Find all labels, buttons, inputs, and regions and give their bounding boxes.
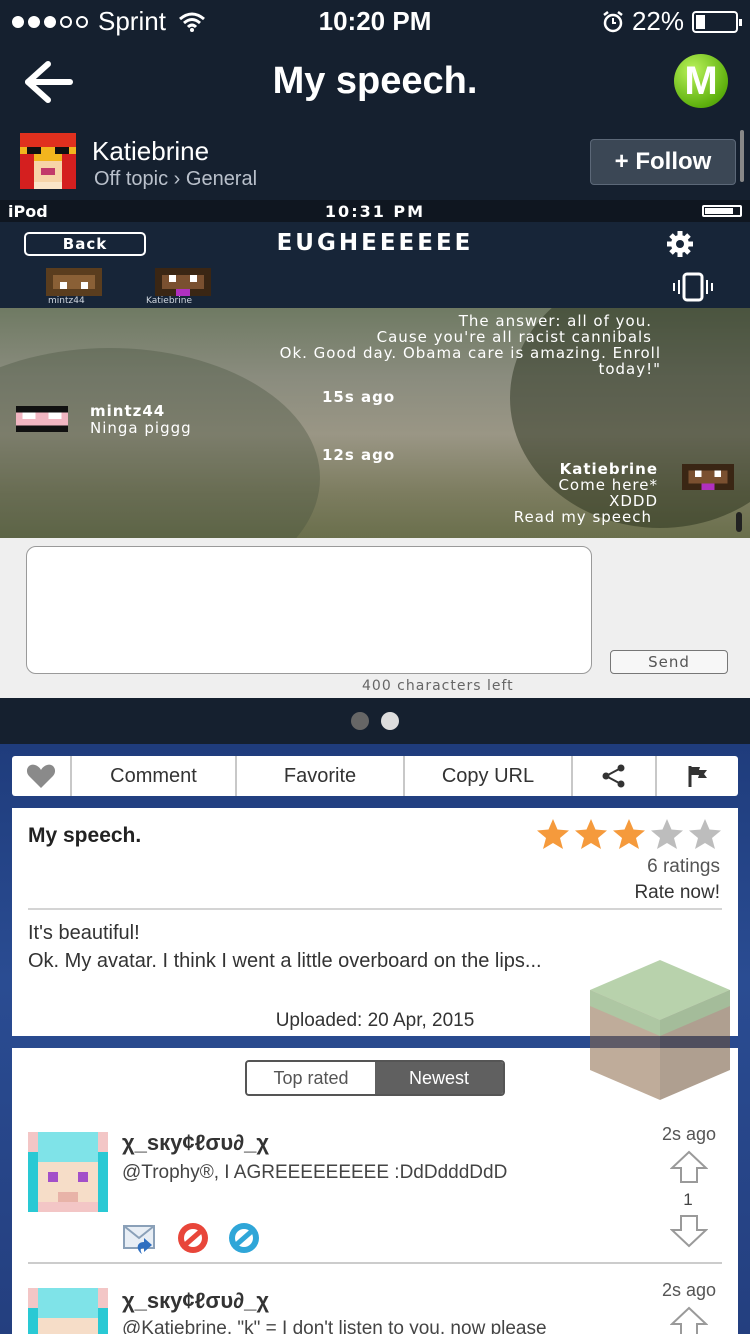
commenter-name[interactable]: χ_ѕку¢ℓσυ∂_χ [122, 1130, 269, 1156]
commenter-name[interactable]: χ_ѕку¢ℓσυ∂_χ [122, 1288, 269, 1314]
comment-divider [28, 1262, 722, 1264]
commenter-avatar[interactable] [28, 1288, 108, 1334]
copy-url-button[interactable]: Copy URL [405, 756, 573, 796]
chat-message: Ninga piggg [90, 419, 192, 437]
page-title: My speech. [272, 60, 478, 102]
message-textbox [26, 546, 592, 674]
nav-bar: My speech. M [0, 40, 750, 126]
heart-icon [26, 764, 56, 788]
chat-line: today!" [598, 360, 661, 378]
participant-avatar [46, 268, 102, 296]
action-bar: Comment Favorite Copy URL [12, 756, 738, 796]
battery-percent: 22% [631, 6, 684, 36]
rate-now-link[interactable]: Rate now! [634, 882, 720, 904]
participant-name: mintz44 [48, 296, 85, 306]
battery-icon [692, 10, 742, 33]
upvote-icon[interactable] [670, 1150, 708, 1184]
comment-text: @Trophy®, I AGREEEEEEEEE :DdDdddDdD [122, 1162, 508, 1183]
tab-top-rated[interactable]: Top rated [247, 1062, 375, 1094]
flag-icon [688, 766, 707, 787]
author-category[interactable]: Off topic › General [94, 168, 257, 191]
vibrate-icon [673, 272, 713, 302]
status-bar: Sprint 10:20 PM 22% [0, 0, 750, 40]
reply-icon[interactable] [122, 1220, 158, 1256]
pager-dot[interactable] [351, 712, 369, 730]
share-icon [602, 764, 625, 788]
vote-count: 1 [683, 1190, 693, 1209]
star-empty-icon[interactable] [650, 818, 684, 850]
chat-username: mintz44 [90, 402, 166, 420]
chat-timestamp: 15s ago [322, 388, 396, 406]
inner-time: 10:31 PM [324, 202, 426, 221]
comment-sort-toggle: Top rated Newest [245, 1060, 505, 1096]
send-button: Send [610, 650, 728, 674]
author-row: Katiebrine Off topic › General + Follow [0, 126, 750, 200]
inner-status-bar: iPod 10:31 PM [0, 200, 750, 222]
commenter-avatar[interactable] [28, 1132, 108, 1212]
like-button[interactable] [12, 756, 72, 796]
post-description: It's beautiful! [28, 922, 140, 944]
ratings-count: 6 ratings [647, 856, 720, 877]
comment-text: @Katiebrine, "k" = I don't listen to you… [122, 1318, 547, 1334]
post-image[interactable]: iPod 10:31 PM Back EUGHEEEEEE mintz44 Ka… [0, 200, 750, 698]
comment-time: 2s ago [661, 1280, 716, 1300]
downvote-icon[interactable] [670, 1214, 708, 1248]
chat-avatar [16, 406, 68, 432]
participant-name: Katiebrine [146, 296, 192, 306]
post-description: Ok. My avatar. I think I went a little o… [28, 950, 542, 972]
tab-newest[interactable]: Newest [375, 1062, 503, 1094]
author-name[interactable]: Katiebrine [92, 136, 209, 167]
comment-time: 2s ago [661, 1124, 716, 1144]
star-rating[interactable] [536, 818, 722, 850]
grass-block-image [590, 960, 730, 1100]
chat-scrollbar [736, 512, 742, 532]
characters-left: 400 characters left [362, 678, 514, 694]
favorite-button[interactable]: Favorite [237, 756, 405, 796]
inner-battery-icon [702, 205, 742, 217]
inner-chat-header: Back EUGHEEEEEE mintz44 Katiebrine [0, 222, 750, 308]
share-button[interactable] [573, 756, 657, 796]
comment-button[interactable]: Comment [72, 756, 237, 796]
scrollbar[interactable] [740, 130, 744, 182]
block-icon[interactable] [175, 1220, 211, 1256]
report-button[interactable] [657, 756, 738, 796]
post-title: My speech. [28, 824, 142, 847]
star-filled-icon[interactable] [536, 818, 570, 850]
chat-area: The answer: all of you. Cause you're all… [0, 308, 750, 538]
star-filled-icon[interactable] [612, 818, 646, 850]
star-filled-icon[interactable] [574, 818, 608, 850]
ignore-icon[interactable] [226, 1220, 262, 1256]
star-empty-icon[interactable] [688, 818, 722, 850]
upvote-icon[interactable] [670, 1306, 708, 1334]
participant-avatar [155, 268, 211, 296]
alarm-icon [603, 10, 623, 32]
chat-room-title: EUGHEEEEEE [276, 230, 474, 256]
follow-button[interactable]: + Follow [590, 139, 736, 185]
chat-avatar [682, 464, 734, 490]
app-logo[interactable]: M [674, 54, 728, 108]
chat-message: Read my speech [513, 508, 652, 526]
compose-area: Send 400 characters left [0, 538, 750, 698]
author-avatar[interactable] [20, 132, 76, 190]
chat-timestamp: 12s ago [322, 446, 396, 464]
image-pager[interactable] [0, 698, 750, 744]
pager-dot-active[interactable] [381, 712, 399, 730]
divider [28, 908, 722, 910]
gear-icon [667, 231, 693, 257]
